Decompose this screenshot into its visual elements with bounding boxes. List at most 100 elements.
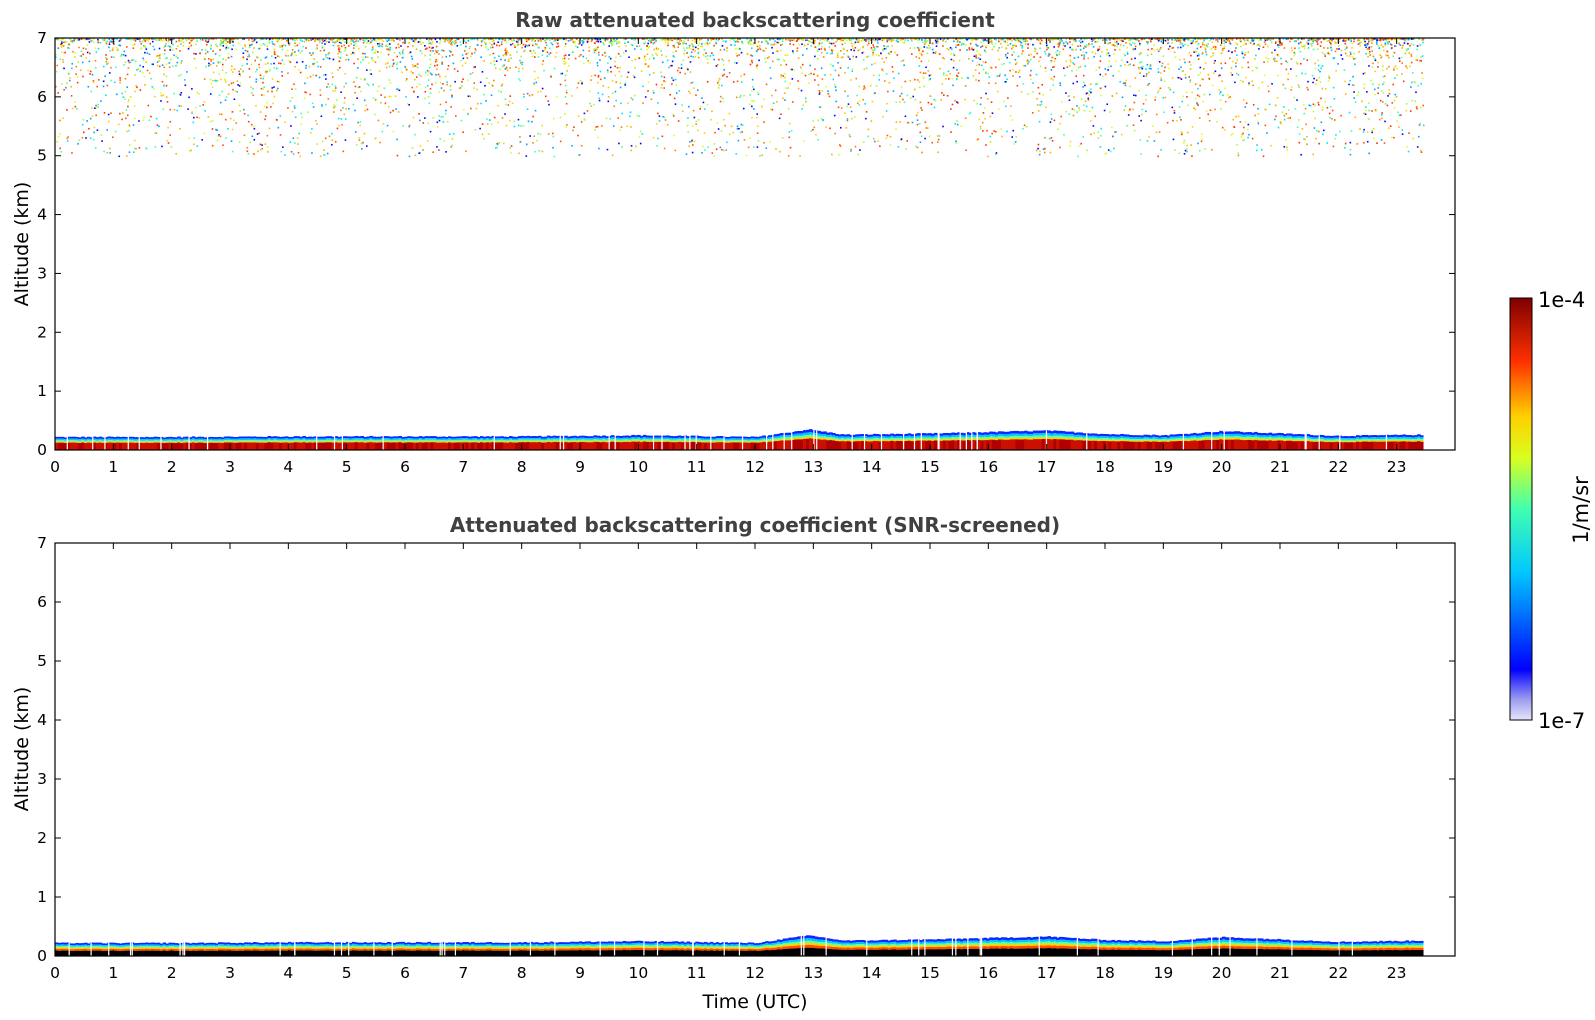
noise-pixel [338,124,340,127]
noise-pixel [1330,44,1333,47]
noise-pixel [1414,100,1417,103]
noise-pixel [835,89,837,92]
noise-pixel [187,108,189,110]
noise-pixel [978,118,980,121]
noise-pixel [413,91,415,93]
noise-pixel [471,52,473,55]
noise-pixel [1290,58,1293,60]
noise-pixel [580,144,583,147]
noise-pixel [1054,51,1057,54]
noise-pixel [614,65,616,68]
noise-pixel [1129,63,1132,66]
noise-pixel [65,86,67,89]
noise-pixel [902,59,905,62]
noise-pixel [1164,39,1167,42]
noise-pixel [1393,66,1396,69]
noise-pixel [1091,40,1094,43]
noise-pixel [1190,39,1192,42]
noise-pixel [71,152,73,154]
noise-pixel [856,94,858,97]
noise-pixel [867,40,870,42]
noise-pixel [327,83,330,86]
noise-pixel [1375,110,1377,113]
noise-pixel [867,135,869,138]
noise-pixel [1012,45,1014,48]
noise-pixel [110,66,112,69]
noise-pixel [1382,69,1384,72]
noise-pixel [620,75,623,78]
noise-pixel [616,67,619,69]
noise-pixel [633,76,636,79]
noise-pixel [954,99,956,102]
noise-pixel [1044,147,1046,150]
heatmap-cell [1420,439,1424,441]
noise-pixel [1172,119,1174,122]
noise-pixel [832,42,835,45]
noise-pixel [1321,106,1324,109]
noise-pixel [952,59,955,62]
noise-pixel [1298,141,1301,144]
noise-pixel [1321,109,1324,111]
noise-pixel [858,104,861,106]
noise-pixel [1037,86,1040,89]
noise-pixel [1026,59,1029,62]
noise-pixel [542,50,544,52]
noise-pixel [1040,103,1043,106]
noise-pixel [124,77,127,80]
noise-pixel [897,72,900,75]
noise-pixel [661,61,664,64]
noise-pixel [396,138,398,141]
noise-pixel [127,99,130,101]
noise-pixel [1264,124,1267,127]
noise-pixel [435,74,437,76]
missing-profile [104,38,106,450]
noise-pixel [1283,47,1286,49]
noise-pixel [748,103,751,106]
noise-pixel [1045,45,1048,48]
noise-pixel [486,118,488,120]
noise-pixel [1155,113,1158,116]
noise-pixel [209,121,212,123]
noise-pixel [410,70,412,73]
noise-pixel [298,42,301,45]
noise-pixel [892,90,895,92]
noise-pixel [1204,148,1206,150]
noise-pixel [1080,142,1082,145]
missing-profile [661,38,663,450]
noise-pixel [225,71,227,74]
noise-pixel [1298,47,1300,49]
noise-pixel [1401,133,1404,135]
noise-pixel [638,45,641,47]
noise-pixel [686,124,689,127]
noise-pixel [326,40,328,43]
noise-pixel [1129,39,1131,42]
noise-pixel [371,40,373,42]
noise-pixel [300,123,303,126]
noise-pixel [294,65,296,68]
noise-pixel [780,64,782,66]
noise-pixel [510,43,512,46]
noise-pixel [849,106,852,108]
noise-pixel [695,120,698,123]
noise-pixel [519,141,522,143]
noise-pixel [163,73,165,76]
noise-pixel [1236,59,1239,61]
noise-pixel [299,51,302,54]
noise-pixel [1235,47,1237,49]
noise-pixel [139,64,141,67]
noise-pixel [1299,62,1302,65]
noise-pixel [445,101,447,104]
noise-pixel [234,90,237,93]
noise-pixel [1134,45,1137,48]
noise-pixel [165,39,168,42]
noise-pixel [279,134,282,136]
noise-pixel [1257,113,1260,115]
noise-pixel [454,80,456,83]
noise-pixel [772,52,774,54]
noise-pixel [1377,66,1379,68]
noise-pixel [740,123,743,126]
noise-pixel [1378,83,1380,86]
noise-pixel [273,62,275,65]
noise-pixel [248,46,251,49]
noise-pixel [521,61,524,64]
